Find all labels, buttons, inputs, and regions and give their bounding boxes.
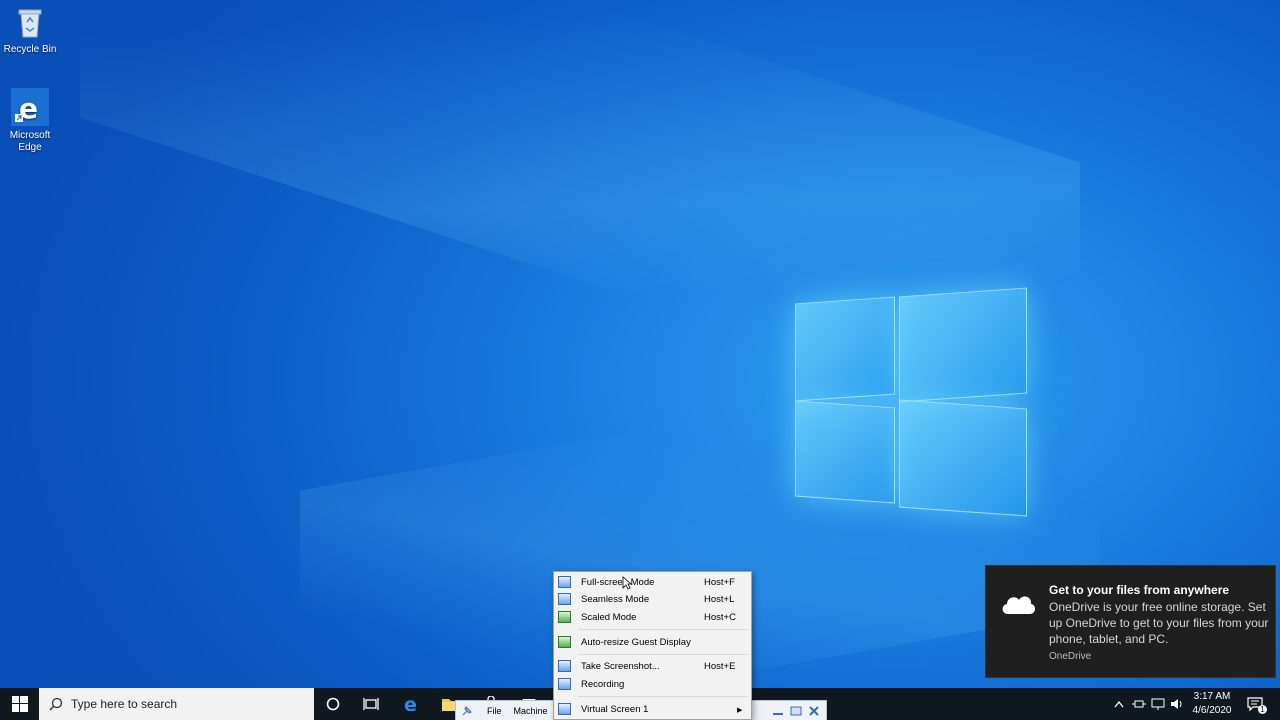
tray-network-button[interactable] [1130, 688, 1148, 720]
menu-separator [578, 629, 748, 630]
minibar-machine-menu[interactable]: Machine [514, 706, 548, 716]
minimize-icon[interactable] [772, 706, 784, 716]
chevron-up-icon [1114, 700, 1124, 708]
screenshot-icon [558, 660, 571, 672]
cortana-icon [326, 697, 340, 711]
windows-logo-wallpaper [795, 282, 1028, 520]
menu-item-shortcut: Host+C [704, 612, 736, 623]
recycle-bin-icon [13, 6, 47, 40]
notification-body: OneDrive is your free online storage. Se… [1049, 600, 1269, 646]
search-icon [49, 697, 63, 711]
pin-icon[interactable] [461, 705, 473, 717]
virtual-screen-icon [558, 703, 571, 715]
svg-text:e: e [404, 694, 417, 714]
network-icon [1151, 698, 1165, 710]
show-hidden-icons-button[interactable] [1110, 688, 1128, 720]
tray-display-button[interactable] [1149, 688, 1167, 720]
view-context-menu: Full-screen Mode Host+F Seamless Mode Ho… [553, 571, 752, 720]
recording-icon [558, 678, 571, 690]
action-center-button[interactable]: 1 [1243, 688, 1267, 720]
menu-item-label: Auto-resize Guest Display [581, 637, 691, 648]
menu-item-recording[interactable]: Recording [554, 676, 751, 693]
edge-icon: e [11, 88, 49, 126]
menu-item-label: Recording [581, 679, 625, 690]
menu-item-label: Scaled Mode [581, 612, 637, 623]
desktop-icon-recycle-bin[interactable]: Recycle Bin [0, 6, 60, 56]
task-view-icon [363, 698, 379, 710]
cortana-button[interactable] [316, 688, 350, 720]
menu-item-virtual-screen-1[interactable]: Virtual Screen 1 ▶ [554, 701, 751, 718]
seamless-icon [558, 593, 571, 605]
menu-item-label: Full-screen Mode [581, 577, 655, 588]
close-icon[interactable] [808, 705, 820, 716]
menu-separator [578, 654, 748, 655]
menu-item-auto-resize[interactable]: Auto-resize Guest Display [554, 634, 751, 651]
menu-item-label: Virtual Screen 1 [581, 704, 649, 715]
menu-item-shortcut: Host+F [704, 577, 735, 588]
volume-icon [1171, 699, 1182, 709]
onedrive-notification[interactable]: Get to your files from anywhere OneDrive… [985, 565, 1276, 678]
clock-date: 4/6/2020 [1192, 705, 1232, 716]
windows-icon [11, 696, 28, 712]
taskbar-edge[interactable]: e [395, 688, 429, 720]
search-placeholder: Type here to search [71, 697, 178, 711]
desktop-icon-microsoft-edge[interactable]: e Microsoft Edge [0, 88, 60, 154]
taskbar-clock[interactable]: 3:17 AM 4/6/2020 [1186, 690, 1238, 718]
minibar-file-menu[interactable]: File [487, 706, 502, 716]
menu-item-shortcut: Host+E [704, 661, 736, 672]
restore-icon[interactable] [790, 706, 802, 716]
fullscreen-icon [558, 576, 571, 588]
edge-icon: e [404, 694, 417, 714]
task-view-button[interactable] [354, 688, 388, 720]
start-button[interactable] [0, 688, 39, 720]
menu-item-scaled-mode[interactable]: Scaled Mode Host+C [554, 609, 751, 626]
recycle-bin-label: Recycle Bin [3, 44, 57, 55]
auto-resize-icon [558, 636, 571, 648]
mouse-cursor-icon [622, 576, 632, 590]
submenu-arrow-icon: ▶ [737, 706, 743, 714]
edge-label: Microsoft Edge [9, 130, 51, 153]
notification-count-badge: 1 [1258, 705, 1267, 714]
cloud-icon [999, 590, 1037, 616]
clock-time: 3:17 AM [1193, 691, 1231, 702]
menu-item-label: Seamless Mode [581, 594, 650, 605]
menu-item-fullscreen-mode[interactable]: Full-screen Mode Host+F [554, 574, 751, 591]
menu-separator [578, 696, 748, 697]
menu-item-seamless-mode[interactable]: Seamless Mode Host+L [554, 591, 751, 608]
tray-volume-button[interactable] [1168, 688, 1186, 720]
menu-item-take-screenshot[interactable]: Take Screenshot... Host+E [554, 658, 751, 675]
menu-item-shortcut: Host+L [704, 594, 735, 605]
power-plug-icon [1132, 700, 1146, 708]
notification-source: OneDrive [1049, 651, 1092, 662]
taskbar-search[interactable]: Type here to search [39, 688, 314, 720]
scaled-icon [558, 611, 571, 623]
notification-title: Get to your files from anywhere [1049, 583, 1230, 597]
menu-item-label: Take Screenshot... [581, 661, 660, 672]
